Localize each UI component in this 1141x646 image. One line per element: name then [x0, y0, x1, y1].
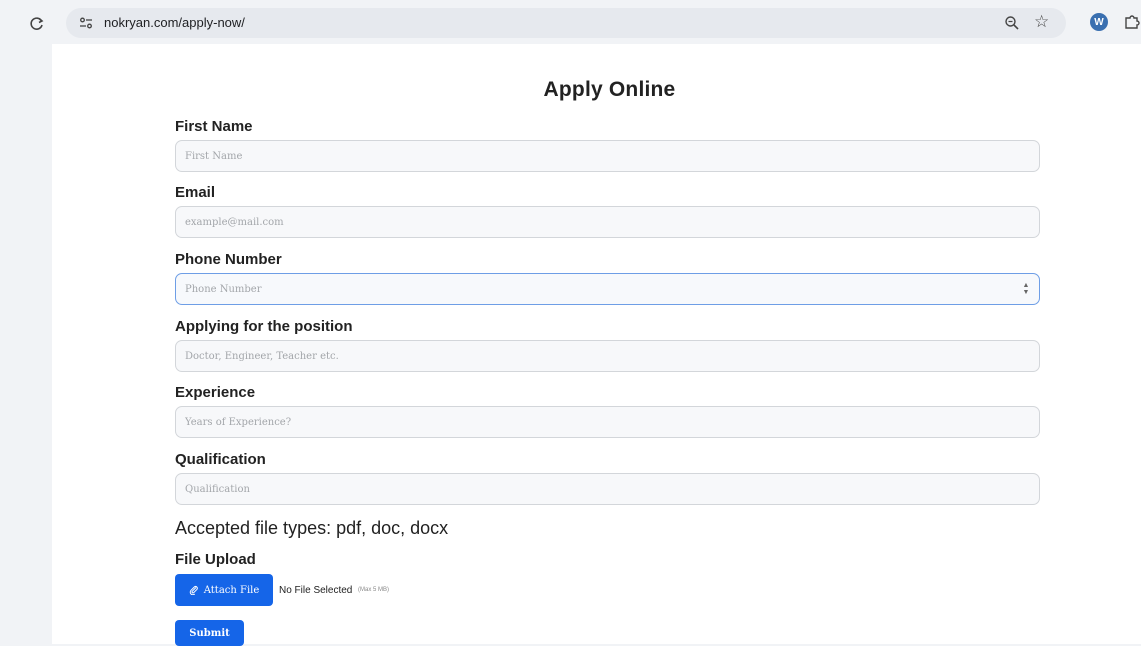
wordpress-icon[interactable]: W — [1090, 13, 1108, 31]
reload-icon-glyph — [30, 17, 44, 30]
experience-label: Experience — [175, 384, 256, 401]
qualification-label: Qualification — [175, 451, 266, 468]
page-content: Apply Online First Name Email Phone Numb… — [52, 44, 1141, 646]
spin-down-icon[interactable]: ▼ — [1023, 289, 1030, 296]
file-types-note: Accepted file types: pdf, doc, docx — [175, 518, 449, 538]
email-label: Email — [175, 184, 216, 201]
address-bar[interactable]: nokryan.com/apply-now/ ☆ — [66, 8, 1066, 38]
phone-number-input[interactable] — [175, 273, 1040, 305]
first-name-input[interactable] — [175, 140, 1040, 172]
phone-number-label: Phone Number — [175, 251, 282, 268]
browser-toolbar: nokryan.com/apply-now/ ☆ W — [0, 0, 1141, 44]
site-info-icon[interactable] — [78, 15, 94, 31]
email-input[interactable] — [175, 206, 1040, 238]
position-label: Applying for the position — [175, 318, 353, 335]
qualification-input[interactable] — [175, 473, 1040, 505]
number-spinner[interactable]: ▲ ▼ — [1021, 281, 1031, 297]
no-file-selected-text: No File Selected — [279, 585, 353, 596]
file-upload-label: File Upload — [175, 551, 256, 568]
zoom-icon[interactable] — [1004, 15, 1020, 31]
page-title: Apply Online — [543, 78, 676, 101]
submit-button[interactable]: Submit — [175, 620, 244, 646]
star-icon[interactable]: ☆ — [1034, 13, 1049, 31]
paperclip-icon — [189, 586, 198, 595]
first-name-label: First Name — [175, 118, 253, 135]
attach-file-button[interactable]: Attach File — [175, 574, 273, 606]
spin-up-icon[interactable]: ▲ — [1023, 282, 1030, 289]
reload-icon[interactable] — [27, 14, 47, 34]
url-text[interactable]: nokryan.com/apply-now/ — [104, 15, 245, 31]
max-size-text: (Max 5 MB) — [358, 587, 390, 593]
position-input[interactable] — [175, 340, 1040, 372]
puzzle-icon[interactable] — [1124, 13, 1141, 31]
experience-input[interactable] — [175, 406, 1040, 438]
attach-file-label: Attach File — [203, 584, 260, 596]
